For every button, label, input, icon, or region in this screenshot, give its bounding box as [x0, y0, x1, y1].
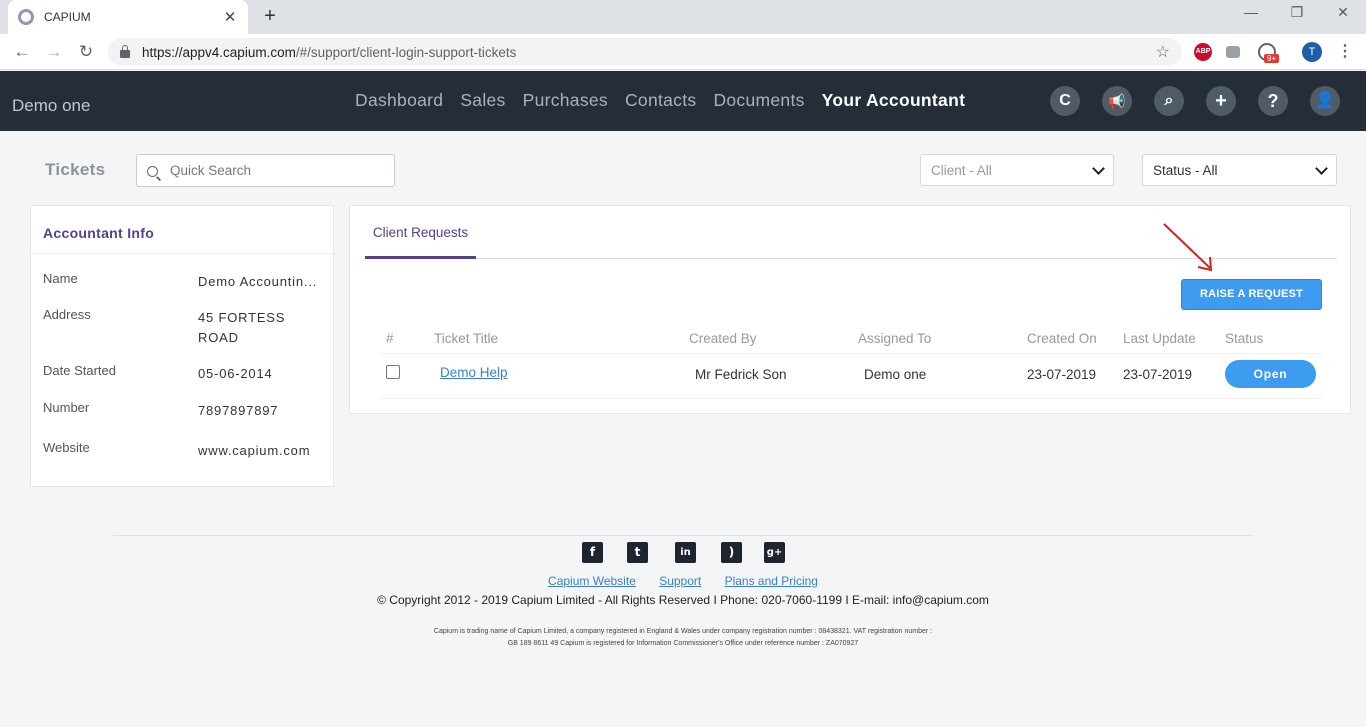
- annotation-arrow-line: [1163, 223, 1211, 269]
- info-label: Number: [43, 400, 90, 415]
- col-header-status[interactable]: Status: [1225, 331, 1263, 346]
- copyright-text: © Copyright 2012 - 2019 Capium Limited -…: [377, 593, 989, 607]
- search-input[interactable]: [170, 163, 370, 178]
- page-title: Tickets: [45, 160, 106, 179]
- info-label: Date Started: [43, 363, 116, 378]
- main-nav: Dashboard Sales Purchases Contacts Docum…: [355, 90, 965, 111]
- help-icon[interactable]: ?: [1258, 86, 1288, 116]
- search-icon: [147, 166, 158, 177]
- ticket-last-update: 23-07-2019: [1123, 367, 1193, 382]
- client-select-value: Client - All: [931, 162, 992, 178]
- accountant-info-card: Accountant Info Name Demo Accountin... A…: [30, 205, 334, 487]
- annotation-arrow: [1163, 223, 1213, 272]
- info-label: Name: [43, 271, 78, 286]
- col-header-assigned-to[interactable]: Assigned To: [858, 331, 931, 346]
- info-value: 05-06-2014: [198, 366, 273, 381]
- ticket-assigned-to: Demo one: [864, 367, 927, 382]
- lock-icon: [120, 45, 130, 58]
- tab-client-requests[interactable]: Client Requests: [365, 206, 476, 259]
- nav-sales[interactable]: Sales: [460, 90, 505, 111]
- col-header-created-on[interactable]: Created On: [1027, 331, 1097, 346]
- window-close-icon[interactable]: ✕: [1333, 4, 1353, 21]
- info-value: 45 FORTESS ROAD: [198, 310, 286, 345]
- restore-icon[interactable]: ❐: [1287, 4, 1307, 21]
- info-value: www.capium.com: [198, 443, 311, 458]
- row-checkbox[interactable]: [386, 365, 400, 379]
- url-path: /#/support/client-login-support-tickets: [295, 44, 517, 60]
- footer-link-support[interactable]: Support: [659, 574, 701, 588]
- legal-line-2: GB 189 8611 49 Capium is registered for …: [507, 640, 859, 647]
- row-divider: [380, 353, 1322, 354]
- browser-tabstrip: CAPIUM ✕ + — ❐ ✕: [0, 0, 1366, 34]
- close-tab-icon[interactable]: ✕: [222, 8, 238, 26]
- nav-documents[interactable]: Documents: [713, 90, 804, 111]
- nav-purchases[interactable]: Purchases: [523, 90, 608, 111]
- profile-avatar[interactable]: T: [1302, 42, 1322, 62]
- address-bar[interactable]: https://appv4.capium.com/#/support/clien…: [108, 38, 1182, 66]
- footer-links: Capium Website Support Plans and Pricing: [0, 574, 1366, 588]
- tab-title: CAPIUM: [44, 10, 91, 24]
- ticket-title-link[interactable]: Demo Help: [440, 365, 508, 380]
- legal-text: Capium is trading name of Capium Limited…: [0, 626, 1366, 650]
- forward-icon[interactable]: →: [42, 40, 66, 64]
- info-value: 7897897897: [198, 403, 279, 418]
- legal-line-1: Capium is trading name of Capium Limited…: [433, 628, 933, 635]
- status-select-value: Status - All: [1153, 162, 1218, 178]
- new-tab-icon[interactable]: +: [260, 5, 280, 28]
- accountant-info-heading: Accountant Info: [31, 206, 333, 254]
- reload-icon[interactable]: ↻: [74, 40, 98, 64]
- extension-icon[interactable]: [1226, 46, 1240, 58]
- capium-favicon-icon: [18, 9, 34, 25]
- browser-menu-icon[interactable]: ⋮: [1337, 42, 1353, 62]
- info-label: Address: [43, 307, 91, 322]
- org-name: Demo one: [12, 96, 91, 115]
- chevron-down-icon: [1315, 161, 1328, 175]
- back-icon[interactable]: ←: [10, 40, 34, 64]
- search-icon[interactable]: ⌕: [1154, 86, 1184, 116]
- ticket-created-on: 23-07-2019: [1027, 367, 1097, 382]
- raise-request-button[interactable]: RAISE A REQUEST: [1181, 279, 1322, 310]
- status-select[interactable]: Status - All: [1142, 154, 1337, 186]
- linkedin-icon[interactable]: in: [675, 542, 696, 563]
- megaphone-icon[interactable]: 📢: [1102, 86, 1132, 116]
- url-text: https://appv4.capium.com/#/support/clien…: [142, 45, 1156, 60]
- status-badge[interactable]: Open: [1225, 360, 1316, 388]
- footer-divider: [113, 535, 1253, 536]
- bookmark-star-icon[interactable]: ☆: [1156, 42, 1170, 62]
- col-header-ticket-title[interactable]: Ticket Title: [434, 331, 498, 346]
- footer-link-plans-pricing[interactable]: Plans and Pricing: [725, 574, 818, 588]
- twitter-icon[interactable]: t: [627, 542, 648, 563]
- user-icon[interactable]: 👤: [1310, 86, 1340, 116]
- quick-search: [136, 154, 395, 187]
- badge-count: 9+: [1264, 54, 1280, 63]
- browser-tab[interactable]: CAPIUM ✕: [8, 0, 248, 34]
- url-host: https://appv4.capium.com: [142, 44, 296, 60]
- capium-logo-icon[interactable]: C: [1050, 86, 1080, 116]
- client-select[interactable]: Client - All: [920, 154, 1114, 186]
- adblock-icon[interactable]: ABP: [1194, 43, 1212, 61]
- row-divider: [380, 398, 1322, 399]
- nav-contacts[interactable]: Contacts: [625, 90, 696, 111]
- col-header-last-update[interactable]: Last Update: [1123, 331, 1196, 346]
- browser-toolbar: ← → ↻ https://appv4.capium.com/#/support…: [0, 34, 1366, 70]
- minimize-icon[interactable]: —: [1241, 4, 1261, 20]
- info-label: Website: [43, 440, 90, 455]
- ticket-created-by: Mr Fedrick Son: [695, 367, 787, 382]
- google-plus-icon[interactable]: g+: [764, 542, 785, 563]
- rss-icon[interactable]: ): [721, 542, 742, 563]
- facebook-icon[interactable]: f: [582, 542, 603, 563]
- footer-link-capium-website[interactable]: Capium Website: [548, 574, 636, 588]
- col-header-created-by[interactable]: Created By: [689, 331, 757, 346]
- add-icon[interactable]: +: [1206, 86, 1236, 116]
- nav-your-accountant[interactable]: Your Accountant: [822, 90, 966, 111]
- col-header-number: #: [386, 331, 394, 346]
- chevron-down-icon: [1092, 161, 1105, 175]
- nav-dashboard[interactable]: Dashboard: [355, 90, 443, 111]
- info-value: Demo Accountin...: [198, 274, 318, 289]
